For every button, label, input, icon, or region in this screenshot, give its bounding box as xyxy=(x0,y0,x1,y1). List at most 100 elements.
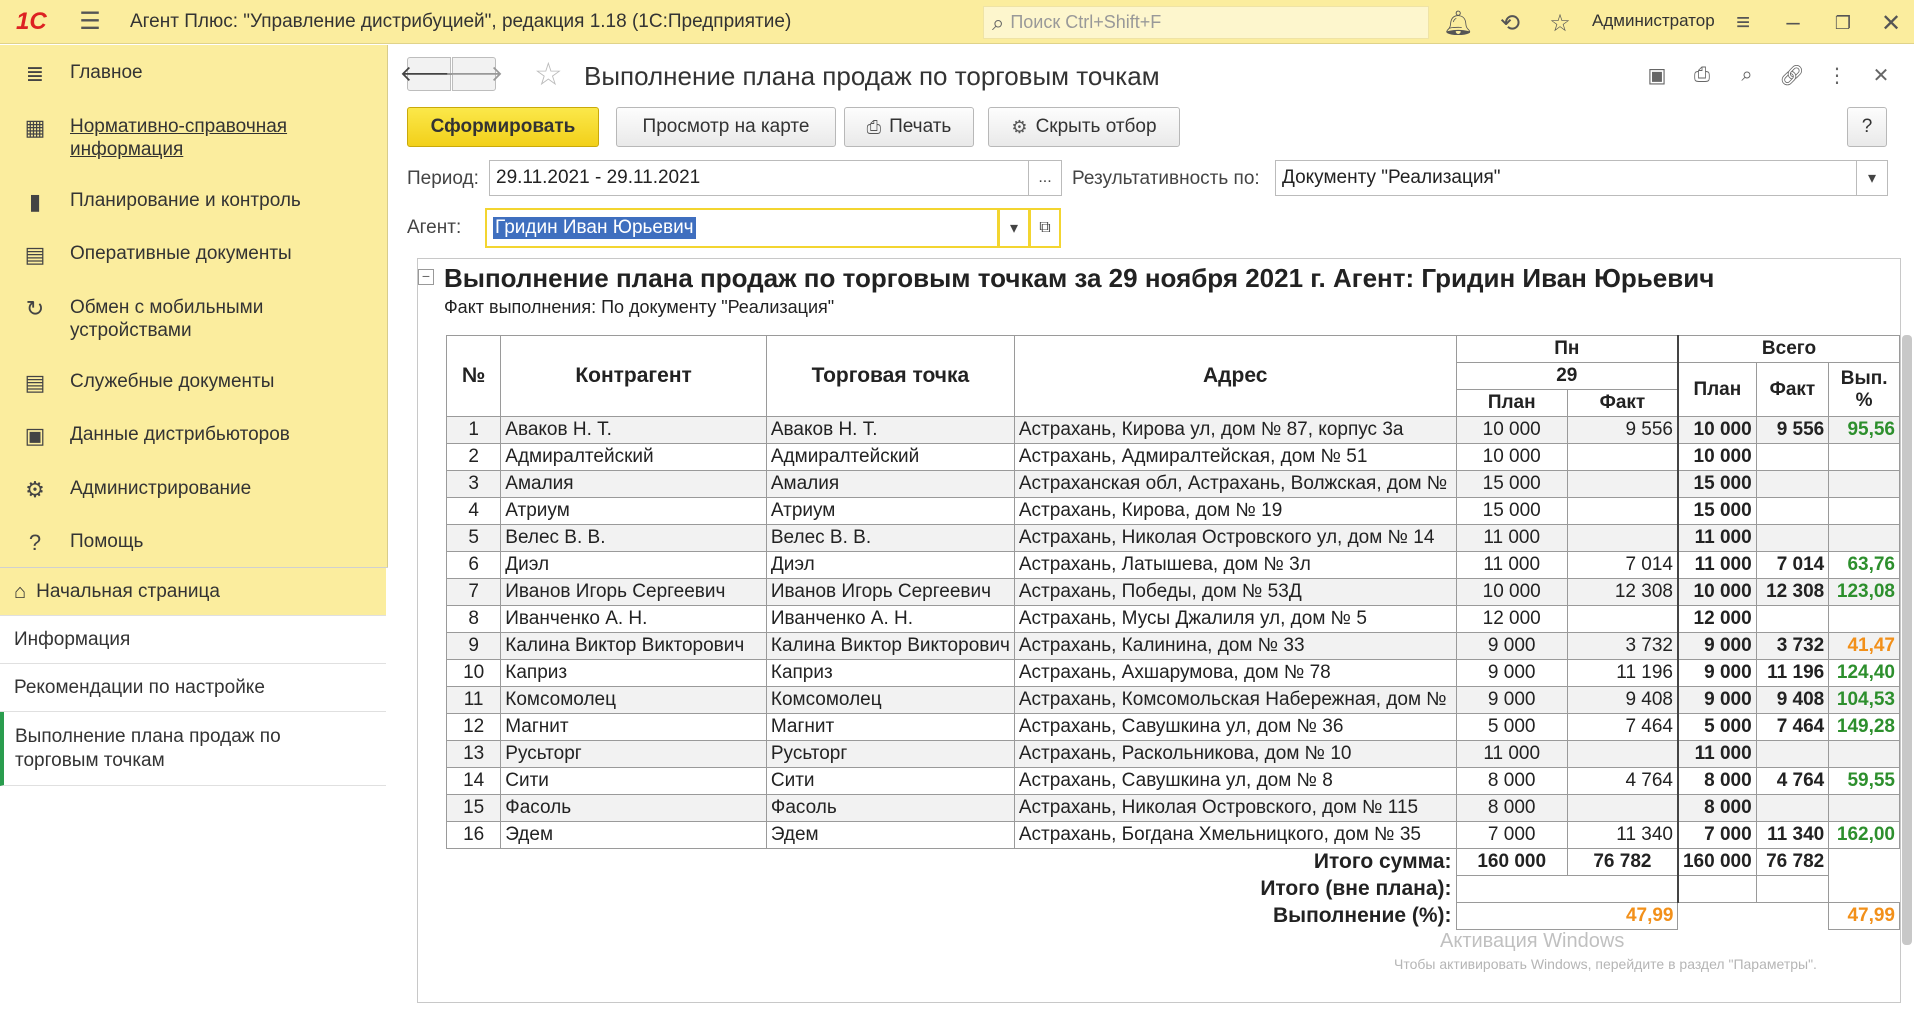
cell-total-fact xyxy=(1755,605,1830,633)
cell-outlet: Сити xyxy=(765,767,1015,795)
table-row[interactable]: 8 Иванченко А. Н. Иванченко А. Н. Астрахань… xyxy=(445,605,1900,633)
history-icon[interactable]: ⟲ xyxy=(1493,6,1527,40)
cell-pct xyxy=(1828,794,1900,822)
preview-icon[interactable]: ⌕ xyxy=(1731,59,1763,91)
table-row[interactable]: 13 Русьторг Русьторг Астрахань, Раскольнико… xyxy=(445,740,1900,768)
open-window-recommendations[interactable]: Рекомендации по настройке xyxy=(0,664,386,712)
sidebar-item-help[interactable]: ? Помощь xyxy=(0,530,388,556)
sidebar-item-main[interactable]: ≣ Главное xyxy=(0,61,388,87)
col-header-day: Пн xyxy=(1455,335,1679,363)
cell-total-fact xyxy=(1755,524,1830,552)
cell-total-plan: 15 000 xyxy=(1676,497,1757,525)
table-row[interactable]: 11 Комсомолец Комсомолец Астрахань, Комсомо… xyxy=(445,686,1900,714)
sidebar-item-planning[interactable]: ▮ Планирование и контроль xyxy=(0,189,388,215)
cell-total-plan: 10 000 xyxy=(1676,416,1757,444)
cell-client: Магнит xyxy=(500,713,767,741)
vertical-scrollbar[interactable] xyxy=(1902,335,1912,945)
table-row[interactable]: 16 Эдем Эдем Астрахань, Богдана Хмельницког… xyxy=(445,821,1900,849)
cell-day-plan: 8 000 xyxy=(1455,767,1568,795)
cell-total-plan: 10 000 xyxy=(1676,578,1757,606)
open-window-info[interactable]: Информация xyxy=(0,616,386,664)
cell-address: Астрахань, Комсомольская Набережная, дом… xyxy=(1013,686,1457,714)
cell-client: Велес В. В. xyxy=(500,524,767,552)
table-row[interactable]: 7 Иванов Игорь Сергеевич Иванов Игорь Серг… xyxy=(445,578,1900,606)
table-row[interactable]: 4 Атриум Атриум Астрахань, Кирова, дом № 19… xyxy=(445,497,1900,525)
report-document[interactable]: − Выполнение плана продаж по торговым то… xyxy=(417,258,1901,1003)
table-row[interactable]: 12 Магнит Магнит Астрахань, Савушкина ул, д… xyxy=(445,713,1900,741)
generate-button[interactable]: Сформировать xyxy=(407,107,599,147)
total-sum-label: Итого сумма: xyxy=(446,848,1457,876)
table-row[interactable]: 2 Адмиралтейский Адмиралтейский Астрахань, … xyxy=(445,443,1900,471)
period-field[interactable]: 29.11.2021 - 29.11.2021 xyxy=(489,160,1029,196)
cell-address: Астрахань, Раскольникова, дом № 10 xyxy=(1013,740,1457,768)
map-view-button[interactable]: Просмотр на карте xyxy=(616,107,836,147)
minimize-icon[interactable]: – xyxy=(1776,6,1810,40)
cell-outlet: Комсомолец xyxy=(765,686,1015,714)
cell-day-plan: 11 000 xyxy=(1455,551,1568,579)
chevron-down-icon[interactable]: ▾ xyxy=(998,208,1030,248)
cell-num: 16 xyxy=(445,821,502,849)
table-row[interactable]: 15 Фасоль Фасоль Астрахань, Николая Островс… xyxy=(445,794,1900,822)
hide-filter-button[interactable]: ⚙ Скрыть отбор xyxy=(988,107,1180,147)
save-icon[interactable]: ▣ xyxy=(1641,59,1673,91)
app-title: Агент Плюс: "Управление дистрибуцией", р… xyxy=(130,10,792,32)
link-icon[interactable]: 🔗︎ xyxy=(1776,59,1808,91)
restore-icon[interactable]: ❐ xyxy=(1826,6,1860,40)
cell-total-fact: 11 340 xyxy=(1755,821,1830,849)
table-row[interactable]: 3 Амалия Амалия Астраханская обл, Астрахань… xyxy=(445,470,1900,498)
period-select-button[interactable]: ... xyxy=(1028,160,1062,196)
cell-total-plan: 5 000 xyxy=(1676,713,1757,741)
printer-icon[interactable]: ⎙ xyxy=(1686,59,1718,91)
open-window-sales-plan[interactable]: Выполнение плана продаж по торговым точк… xyxy=(0,712,386,786)
chevron-down-icon[interactable]: ▾ xyxy=(1856,160,1888,196)
table-row[interactable]: 5 Велес В. В. Велес В. В. Астрахань, Никола… xyxy=(445,524,1900,552)
main-menu-icon[interactable]: ☰ xyxy=(70,7,110,36)
cell-address: Астрахань, Богдана Хмельницкого, дом № 3… xyxy=(1013,821,1457,849)
favorite-star-icon[interactable]: ☆ xyxy=(534,55,563,93)
bell-icon[interactable]: 🔔︎ xyxy=(1441,6,1475,40)
search-icon: ⌕ xyxy=(992,9,1005,35)
table-row[interactable]: 6 Диэл Диэл Астрахань, Латышева, дом № 3л 11… xyxy=(445,551,1900,579)
report-subtitle: Факт выполнения: По документу "Реализаци… xyxy=(444,297,835,317)
table-row[interactable]: 9 Калина Виктор Викторович Калина Виктор В… xyxy=(445,632,1900,660)
agent-value: Гридин Иван Юрьевич xyxy=(493,217,696,239)
help-button[interactable]: ? xyxy=(1847,107,1887,147)
cell-num: 6 xyxy=(445,551,502,579)
table-row[interactable]: 10 Каприз Каприз Астрахань, Ахшарумова, дом… xyxy=(445,659,1900,687)
sidebar-item-mobile-exchange[interactable]: ↻ Обмен с мобильными устройствами xyxy=(0,296,388,342)
result-by-field[interactable]: Документу "Реализация" xyxy=(1275,160,1857,196)
sidebar-item-label: Служебные документы xyxy=(70,371,275,392)
sidebar-item-administration[interactable]: ⚙ Администрирование xyxy=(0,477,388,503)
close-window-icon[interactable]: ✕ xyxy=(1874,6,1908,40)
documents-icon: ▤ xyxy=(24,370,46,395)
settings-menu-icon[interactable]: ≡ xyxy=(1726,6,1760,40)
table-row[interactable]: 1 Аваков Н. Т. Аваков Н. Т. Астрахань, Киро… xyxy=(445,416,1900,444)
sidebar-item-operative-docs[interactable]: ▤ Оперативные документы xyxy=(0,242,388,268)
open-item-icon[interactable]: ⧉ xyxy=(1029,208,1061,248)
collapse-group-icon[interactable]: − xyxy=(418,269,434,285)
cell-client: Иванов Игорь Сергеевич xyxy=(500,578,767,606)
search-input[interactable]: ⌕ Поиск Ctrl+Shift+F xyxy=(983,6,1429,39)
close-form-icon[interactable]: ✕ xyxy=(1865,59,1897,91)
more-icon[interactable]: ⋮ xyxy=(1821,59,1853,91)
cell-num: 5 xyxy=(445,524,502,552)
table-row[interactable]: 14 Сити Сити Астрахань, Савушкина ул, дом №… xyxy=(445,767,1900,795)
col-header-day-plan: План xyxy=(1455,389,1568,417)
cell-outlet: Иванченко А. Н. xyxy=(765,605,1015,633)
open-window-home[interactable]: ⌂ Начальная страница xyxy=(0,568,386,616)
cell-client: Иванченко А. Н. xyxy=(500,605,767,633)
bar-chart-icon: ▮ xyxy=(28,189,42,214)
print-button[interactable]: ⎙ Печать xyxy=(844,107,974,147)
cell-day-fact xyxy=(1566,497,1679,525)
user-name[interactable]: Администратор xyxy=(1592,11,1715,31)
sidebar-item-distributor-data[interactable]: ▣ Данные дистрибьюторов xyxy=(0,423,388,449)
star-icon[interactable]: ☆ xyxy=(1543,6,1577,40)
agent-field[interactable]: Гридин Иван Юрьевич xyxy=(485,208,999,248)
report-table: № Контрагент Торговая точка Адрес Пн Все… xyxy=(445,335,1900,930)
grid-icon: ▦ xyxy=(24,115,46,140)
sidebar-item-service-docs[interactable]: ▤ Служебные документы xyxy=(0,370,388,396)
forward-button[interactable]: 🡒 xyxy=(445,57,504,91)
sidebar-item-reference[interactable]: ▦ Нормативно-справочная информация xyxy=(0,115,388,161)
cell-address: Астрахань, Калинина, дом № 33 xyxy=(1013,632,1457,660)
total-pct-empty xyxy=(1829,849,1900,876)
